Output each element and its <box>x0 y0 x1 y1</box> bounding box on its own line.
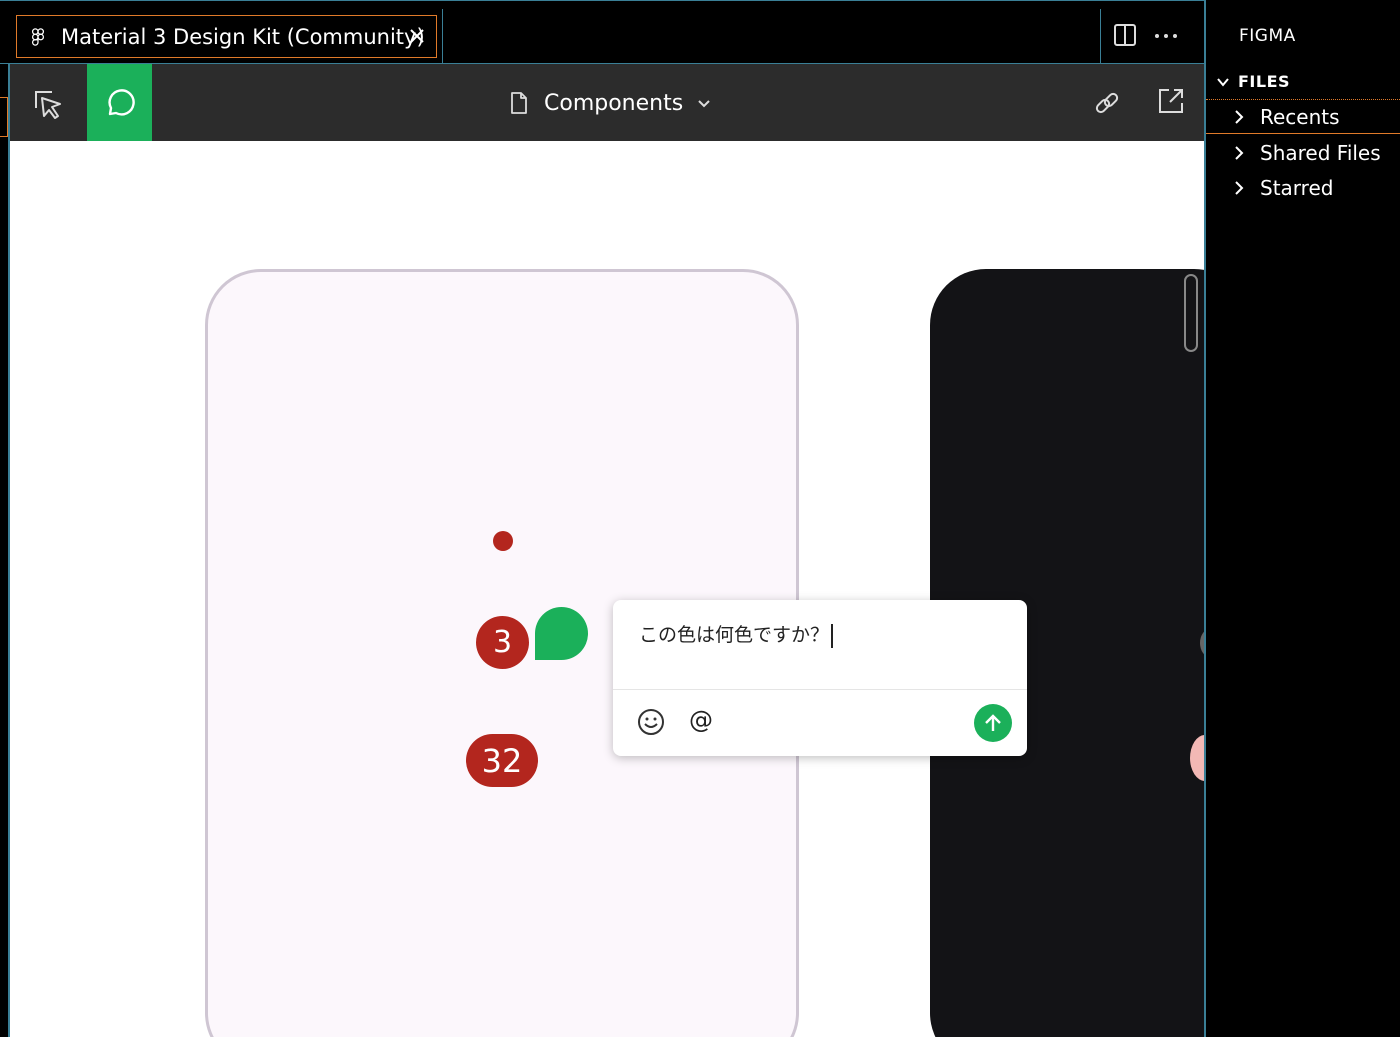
files-section-header[interactable]: FILES <box>1206 64 1400 100</box>
move-tool-icon[interactable] <box>28 84 68 124</box>
toolbar: Components <box>10 64 1204 141</box>
text-caret <box>831 623 834 648</box>
sidebar-item-recents[interactable]: Recents <box>1206 100 1400 134</box>
open-external-icon[interactable] <box>1156 86 1186 116</box>
editor-tab[interactable]: Material 3 Design Kit (Community) <box>16 15 437 58</box>
chevron-right-icon <box>1235 109 1244 124</box>
scrollbar[interactable] <box>1184 274 1198 352</box>
comment-text: この色は何色ですか？ <box>639 624 830 646</box>
comment-tool-button[interactable] <box>87 64 152 141</box>
divider <box>442 9 443 65</box>
tab-title: Material 3 Design Kit (Community) <box>61 24 425 49</box>
comment-input[interactable]: この色は何色ですか？ <box>639 620 834 648</box>
chevron-right-icon <box>1235 146 1244 160</box>
chevron-down-icon <box>698 100 710 108</box>
close-icon[interactable] <box>406 25 428 47</box>
badge-small-count[interactable]: 3 <box>476 616 529 669</box>
badge-large-count[interactable]: 32 <box>466 734 538 787</box>
emoji-icon[interactable] <box>637 708 665 736</box>
sidebar-item-shared-files[interactable]: Shared Files <box>1206 136 1400 170</box>
panel-edge <box>0 97 8 137</box>
figma-icon <box>31 27 45 46</box>
comment-composer: この色は何色ですか？ @ <box>613 600 1027 756</box>
sidebar-title: FIGMA <box>1239 26 1296 46</box>
split-view-icon[interactable] <box>1113 23 1137 47</box>
files-sidebar: FIGMA FILES Recents Shared Files Starred <box>1204 0 1400 1037</box>
design-canvas[interactable]: 3 32 この色は何色ですか？ @ <box>10 141 1204 1037</box>
divider <box>613 689 1027 690</box>
send-button[interactable] <box>974 704 1012 742</box>
small-badge[interactable] <box>493 531 513 551</box>
comment-icon <box>107 88 135 116</box>
sidebar-item-starred[interactable]: Starred <box>1206 171 1400 205</box>
link-icon[interactable] <box>1092 88 1122 118</box>
page-icon <box>511 92 527 114</box>
page-label: Components <box>544 90 684 116</box>
page-selector[interactable]: Components <box>508 86 711 120</box>
chevron-right-icon <box>1235 181 1244 195</box>
send-icon <box>985 714 1001 731</box>
sidebar-item-label: Recents <box>1260 104 1340 129</box>
sidebar-item-label: Shared Files <box>1260 141 1381 165</box>
comment-pin[interactable] <box>535 607 588 660</box>
mention-icon[interactable]: @ <box>689 706 713 734</box>
chevron-down-icon <box>1217 77 1229 87</box>
tab-bar: Material 3 Design Kit (Community) <box>0 0 1204 65</box>
divider <box>1100 9 1101 65</box>
more-icon[interactable] <box>1154 33 1178 39</box>
section-label: FILES <box>1238 72 1291 91</box>
sidebar-item-label: Starred <box>1260 176 1334 200</box>
